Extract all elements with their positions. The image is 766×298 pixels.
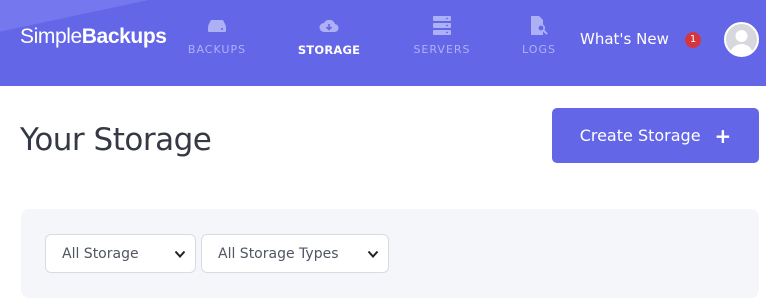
storage-type-filter-value: All Storage Types [218, 245, 339, 262]
page-title: Your Storage [20, 122, 212, 158]
nav-label-logs: LOGS [522, 43, 556, 56]
nav-label-backups: BACKUPS [187, 43, 247, 56]
nav-label-servers: SERVERS [413, 43, 471, 56]
nav-item-logs[interactable]: LOGS [494, 16, 584, 66]
user-avatar[interactable] [724, 22, 759, 57]
top-navigation-bar: SimpleBackups BACKUPS STORAGE SERVERS LO… [0, 0, 766, 86]
storage-filter-select[interactable]: All Storage [45, 234, 196, 273]
nav-item-storage[interactable]: STORAGE [284, 16, 374, 66]
chevron-down-icon [367, 250, 379, 258]
storage-filter-value: All Storage [62, 245, 139, 262]
plus-icon: + [714, 123, 732, 148]
user-silhouette-icon [730, 30, 753, 55]
whats-new-link[interactable]: What's New [580, 30, 669, 48]
chevron-down-icon [174, 250, 186, 258]
document-search-icon [528, 16, 550, 36]
server-stack-icon [431, 16, 453, 36]
nav-label-storage: STORAGE [297, 43, 361, 57]
nav-item-servers[interactable]: SERVERS [397, 16, 487, 66]
cloud-download-icon [318, 16, 340, 36]
nav-item-backups[interactable]: BACKUPS [172, 16, 262, 66]
logo-text-bold: Backups [81, 25, 167, 48]
notification-badge: 1 [685, 32, 701, 48]
simplebackups-logo[interactable]: SimpleBackups [20, 25, 167, 49]
create-storage-button[interactable]: Create Storage + [552, 108, 759, 163]
logo-text-light: Simple [20, 25, 82, 48]
storage-type-filter-select[interactable]: All Storage Types [201, 234, 389, 273]
create-storage-label: Create Storage [579, 126, 701, 145]
server-drive-icon [206, 16, 228, 36]
